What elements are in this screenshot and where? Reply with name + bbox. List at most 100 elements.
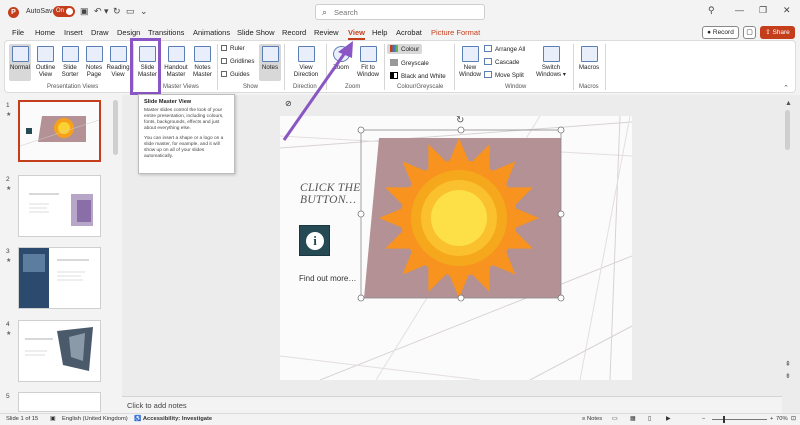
greyscale-button[interactable]: Greyscale bbox=[390, 59, 429, 67]
view-direction-label: View Direction bbox=[293, 64, 319, 78]
zoom-slider-thumb[interactable] bbox=[723, 416, 725, 423]
zoom-slider-track[interactable] bbox=[712, 419, 767, 420]
zoom-level[interactable]: 70% bbox=[776, 416, 788, 422]
move-split-button[interactable]: Move Split bbox=[484, 71, 524, 79]
handout-master-button[interactable]: Handout Master bbox=[163, 46, 189, 78]
thumbnail-4-preview bbox=[19, 321, 100, 381]
slide-heading[interactable]: CLICK THE BUTTON… bbox=[300, 182, 361, 206]
fit-to-window-button[interactable]: Fit to Window bbox=[355, 46, 381, 78]
notes-master-button[interactable]: Notes Master bbox=[190, 46, 215, 78]
tab-animations[interactable]: Animations bbox=[193, 28, 230, 37]
cascade-icon bbox=[484, 58, 492, 65]
present-icon[interactable]: ▭ bbox=[126, 6, 135, 17]
scroll-up-icon[interactable]: ▲ bbox=[785, 100, 792, 107]
accessibility-status[interactable]: ♿ Accessibility: Investigate bbox=[134, 416, 212, 422]
search-input[interactable] bbox=[334, 7, 474, 17]
zoom-button[interactable]: Zoom bbox=[330, 46, 352, 71]
slideshow-status-icon[interactable]: ▶ bbox=[666, 416, 670, 422]
tab-insert[interactable]: Insert bbox=[64, 28, 83, 37]
slide-sorter-status-icon[interactable]: ▦ bbox=[630, 416, 635, 422]
thumbnail-slide-3[interactable] bbox=[18, 247, 101, 309]
undo-dropdown-icon[interactable]: ▾ bbox=[104, 6, 109, 17]
autosave-toggle[interactable]: On bbox=[53, 6, 75, 17]
zoom-in-icon[interactable]: + bbox=[770, 416, 773, 422]
tab-file[interactable]: File bbox=[12, 28, 24, 37]
share-button[interactable]: ⇪ Share bbox=[760, 26, 795, 39]
colour-button[interactable]: Colour bbox=[387, 44, 423, 54]
sun-picture[interactable] bbox=[357, 126, 569, 302]
zoom-out-icon[interactable]: − bbox=[702, 416, 705, 422]
minimize-icon[interactable]: — bbox=[735, 5, 744, 15]
fit-to-window-label: Fit to Window bbox=[356, 64, 379, 78]
record-button[interactable]: ● Record bbox=[702, 26, 739, 39]
close-icon[interactable]: ✕ bbox=[783, 5, 791, 16]
restore-icon[interactable]: ❐ bbox=[759, 5, 767, 16]
slide-sorter-icon bbox=[61, 46, 79, 62]
zoom-group-label: Zoom bbox=[345, 84, 361, 90]
spellcheck-icon[interactable]: ▣ bbox=[50, 416, 55, 422]
thumbnail-slide-1[interactable] bbox=[18, 100, 101, 162]
info-button[interactable]: i bbox=[299, 225, 330, 256]
tab-record[interactable]: Record bbox=[282, 28, 306, 37]
lightbulb-icon[interactable]: ⚲ bbox=[708, 5, 715, 16]
previous-slide-icon[interactable]: ⇞ bbox=[785, 360, 791, 368]
thumbnail-slide-4[interactable] bbox=[18, 320, 101, 382]
switch-windows-button[interactable]: Switch Windows ▾ bbox=[535, 46, 567, 78]
current-slide[interactable]: CLICK THE BUTTON… i Find out more… bbox=[280, 116, 632, 380]
slide-sorter-button[interactable]: Slide Sorter bbox=[59, 46, 81, 78]
greyscale-label: Greyscale bbox=[401, 60, 429, 67]
find-out-more-text[interactable]: Find out more… bbox=[299, 274, 356, 283]
tab-transitions[interactable]: Transitions bbox=[148, 28, 184, 37]
tab-slide-show[interactable]: Slide Show bbox=[237, 28, 275, 37]
search-icon: ⌕ bbox=[322, 7, 328, 17]
move-split-icon bbox=[484, 71, 492, 78]
notes-page-button[interactable]: Notes Page bbox=[83, 46, 105, 78]
tab-home[interactable]: Home bbox=[35, 28, 55, 37]
normal-view-button[interactable]: Normal bbox=[9, 44, 31, 81]
reading-view-label: Reading View bbox=[106, 64, 130, 78]
tab-acrobat[interactable]: Acrobat bbox=[396, 28, 422, 37]
thumbnail-slide-5[interactable] bbox=[18, 392, 101, 412]
comment-icon: ▢ bbox=[746, 29, 753, 36]
notes-status-button[interactable]: ≡ Notes bbox=[582, 416, 602, 422]
accessibility-assistant-icon[interactable]: ⊘ bbox=[285, 99, 292, 108]
redo-icon[interactable]: ↻ bbox=[113, 6, 121, 17]
save-icon[interactable]: ▣ bbox=[80, 6, 89, 17]
view-direction-button[interactable]: View Direction bbox=[289, 46, 323, 78]
notes-toggle-button[interactable]: Notes bbox=[259, 44, 281, 81]
collapse-ribbon-icon[interactable]: ⌃ bbox=[783, 84, 789, 92]
tab-review[interactable]: Review bbox=[314, 28, 339, 37]
tab-picture-format[interactable]: Picture Format bbox=[431, 28, 480, 37]
gridlines-checkbox[interactable]: Gridlines bbox=[221, 58, 254, 65]
arrange-all-button[interactable]: Arrange All bbox=[484, 45, 525, 53]
next-slide-icon[interactable]: ⇟ bbox=[785, 372, 791, 380]
macros-button[interactable]: Macros bbox=[577, 46, 601, 71]
tab-draw[interactable]: Draw bbox=[91, 28, 109, 37]
thumbnails-scrollbar[interactable] bbox=[113, 100, 118, 155]
thumbnail-slide-2[interactable] bbox=[18, 175, 101, 237]
outline-view-button[interactable]: Outline View bbox=[34, 46, 57, 78]
comments-button[interactable]: ▢ bbox=[743, 26, 756, 39]
customize-toolbar-icon[interactable]: ⌄ bbox=[140, 6, 148, 17]
slide-vertical-scrollbar[interactable] bbox=[785, 110, 790, 150]
rotate-handle-icon[interactable]: ↻ bbox=[456, 115, 464, 126]
notes-pane[interactable]: Click to add notes bbox=[122, 396, 782, 413]
reading-view-status-icon[interactable]: ▯ bbox=[648, 416, 651, 422]
new-window-button[interactable]: New Window bbox=[457, 46, 483, 78]
ruler-checkbox[interactable]: Ruler bbox=[221, 45, 245, 52]
info-icon: i bbox=[306, 232, 324, 250]
reading-view-button[interactable]: Reading View bbox=[106, 46, 130, 78]
black-and-white-button[interactable]: Black and White bbox=[390, 72, 446, 80]
thumbnail-number: 3 bbox=[6, 248, 10, 255]
tab-design[interactable]: Design bbox=[117, 28, 140, 37]
undo-icon[interactable]: ↶ bbox=[94, 6, 102, 17]
tab-help[interactable]: Help bbox=[372, 28, 387, 37]
search-box[interactable]: ⌕ bbox=[315, 4, 485, 20]
tab-view[interactable]: View bbox=[348, 28, 365, 40]
language-status[interactable]: English (United Kingdom) bbox=[62, 416, 128, 422]
fit-slide-icon[interactable]: ⊡ bbox=[791, 416, 796, 422]
guides-checkbox[interactable]: Guides bbox=[221, 71, 250, 78]
normal-view-status-icon[interactable]: ▭ bbox=[612, 416, 617, 422]
switch-windows-label: Switch Windows bbox=[536, 64, 562, 78]
cascade-button[interactable]: Cascade bbox=[484, 58, 519, 66]
